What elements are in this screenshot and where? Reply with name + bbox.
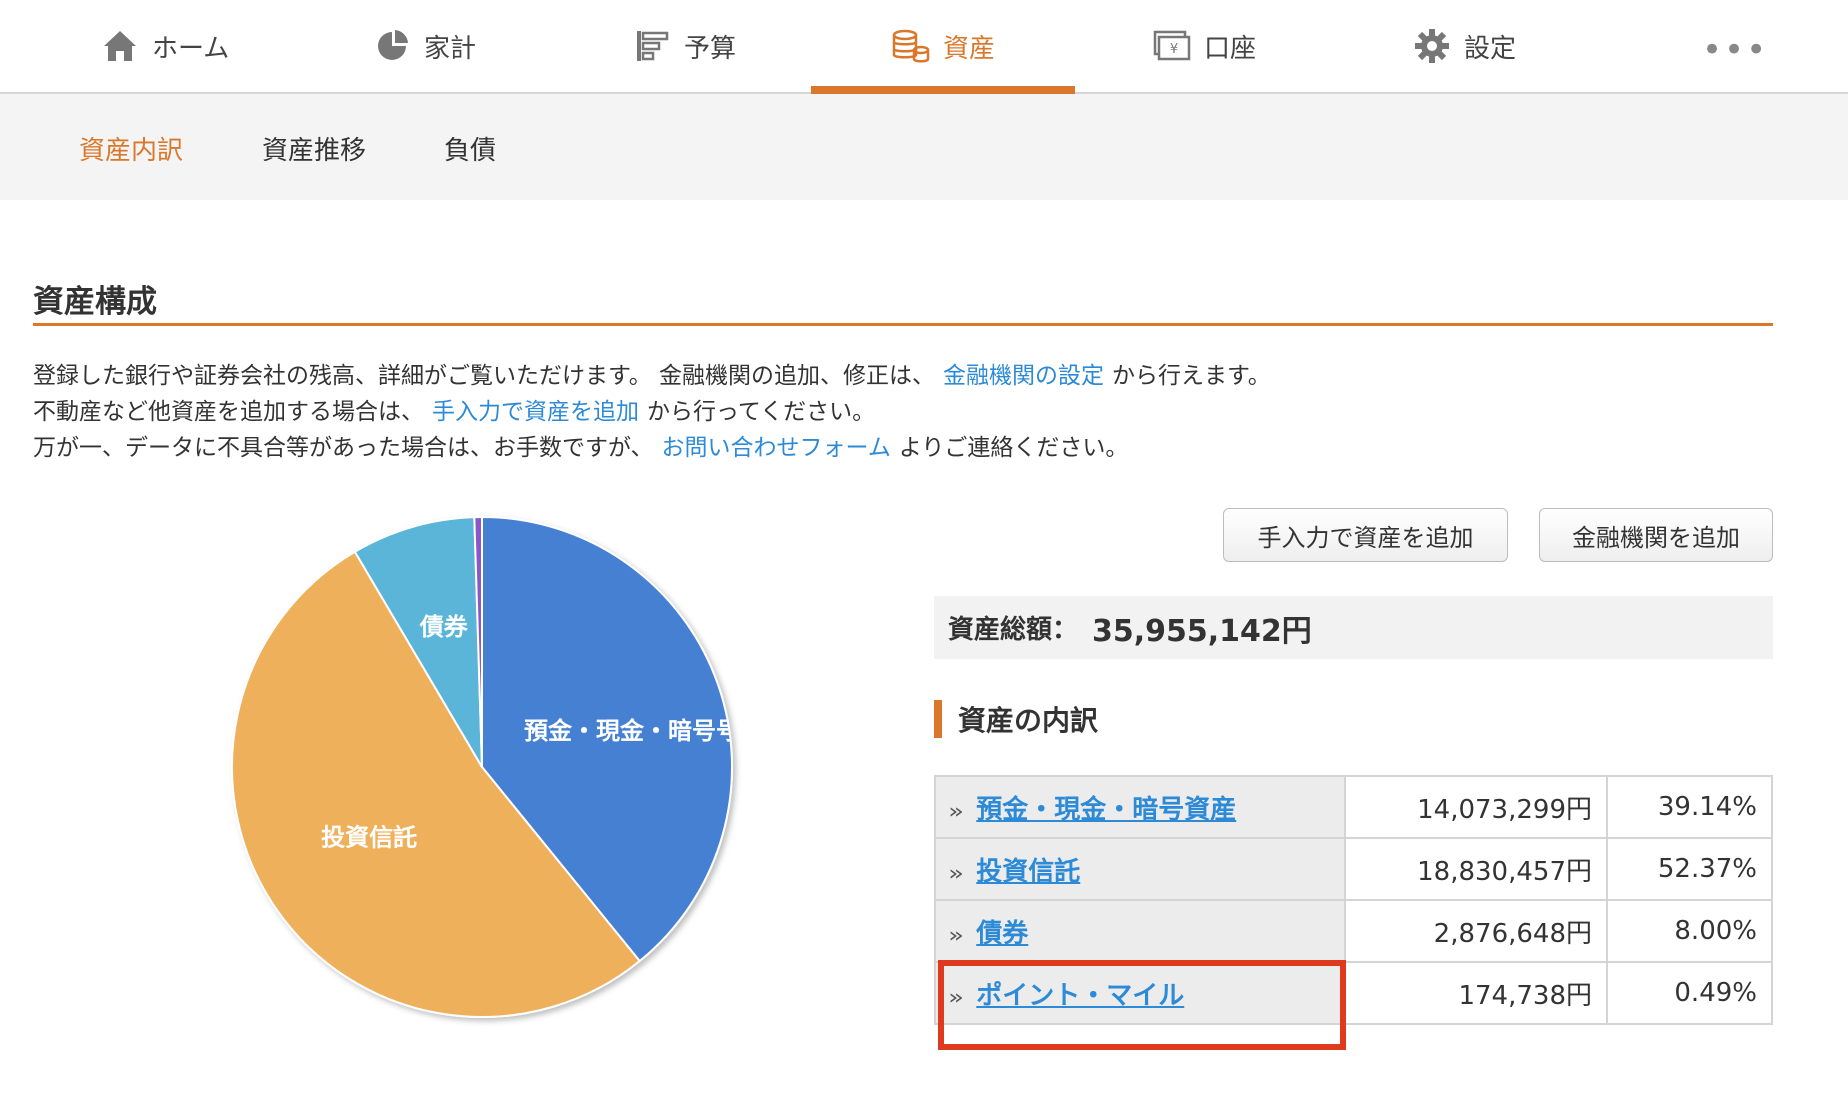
page-title: 資産構成 xyxy=(33,284,157,320)
tab-liabilities[interactable]: 負債 xyxy=(444,130,496,167)
manual-add-asset-button[interactable]: 手入力で資産を追加 xyxy=(1223,508,1508,562)
amount-cell: 174,738円 xyxy=(1344,961,1608,1025)
amount-cell: 18,830,457円 xyxy=(1344,837,1608,901)
description-line2-tail: から行ってください。 xyxy=(647,399,876,425)
nav-item-home-label: ホーム xyxy=(152,33,230,64)
budget-bars-icon xyxy=(632,26,672,66)
nav-item-account[interactable]: ¥ 口座 xyxy=(1152,0,1256,92)
category-link[interactable]: 債券 xyxy=(976,919,1028,949)
coins-icon xyxy=(891,26,931,66)
tab-asset-history[interactable]: 資産推移 xyxy=(262,130,366,167)
nav-item-settings-label: 設定 xyxy=(1464,33,1517,64)
nav-item-household[interactable]: 家計 xyxy=(372,0,476,92)
description-line1-tail: から行えます。 xyxy=(1112,363,1271,389)
table-row: » 債券 2,876,648円 8.00% xyxy=(934,899,1773,963)
table-row: » 預金・現金・暗号資産 14,073,299円 39.14% xyxy=(934,775,1773,839)
breakdown-title: 資産の内訳 xyxy=(934,700,1098,738)
percent-cell: 52.37% xyxy=(1606,837,1773,901)
description-line2: 不動産など他資産を追加する場合は、 xyxy=(33,399,424,425)
manual-asset-link[interactable]: 手入力で資産を追加 xyxy=(432,399,639,425)
pie-chart-icon xyxy=(372,26,412,66)
svg-text:¥: ¥ xyxy=(1170,42,1178,57)
nav-item-assets-label: 資産 xyxy=(943,33,996,64)
pie-label: 預金・現金・暗号号 xyxy=(524,717,740,745)
category-link[interactable]: 投資信託 xyxy=(976,857,1080,887)
nav-item-budget[interactable]: 予算 xyxy=(632,0,736,92)
total-assets-box: 資産総額： 35,955,142円 xyxy=(934,596,1773,659)
nav-item-settings[interactable]: 設定 xyxy=(1412,0,1516,92)
nav-item-account-label: 口座 xyxy=(1204,33,1257,64)
add-institution-button[interactable]: 金融機関を追加 xyxy=(1539,508,1773,562)
chevron-down-icon[interactable]: » xyxy=(948,923,964,947)
pie-label: 投資信託 xyxy=(321,824,417,852)
nav-item-household-label: 家計 xyxy=(424,33,477,64)
tab-asset-breakdown[interactable]: 資産内訳 xyxy=(79,130,183,167)
description-line3: 万が一、データに不具合等があった場合は、お手数ですが、 xyxy=(33,435,654,461)
contact-form-link[interactable]: お問い合わせフォーム xyxy=(662,435,891,461)
chevron-down-icon[interactable]: » xyxy=(948,799,964,823)
total-assets-label: 資産総額： xyxy=(948,615,1079,645)
nav-item-home[interactable]: ホーム xyxy=(100,0,229,92)
section-divider xyxy=(33,323,1773,326)
more-icon[interactable]: ••• xyxy=(1702,30,1768,70)
sub-navigation: 資産内訳 資産推移 負債 xyxy=(0,94,1848,200)
percent-cell: 8.00% xyxy=(1606,899,1773,963)
asset-pie-chart: 預金・現金・暗号号投資信託 債券 xyxy=(231,515,740,1018)
total-assets-value: 35,955,142円 xyxy=(1092,613,1312,649)
table-row: » 投資信託 18,830,457円 52.37% xyxy=(934,837,1773,901)
institution-settings-link[interactable]: 金融機関の設定 xyxy=(943,363,1104,389)
description: 登録した銀行や証券会社の残高、詳細がご覧いただけます。 金融機関の追加、修正は、… xyxy=(33,358,1271,466)
percent-cell: 0.49% xyxy=(1606,961,1773,1025)
category-link[interactable]: 預金・現金・暗号資産 xyxy=(976,795,1236,825)
amount-cell: 2,876,648円 xyxy=(1344,899,1608,963)
gear-icon xyxy=(1412,26,1452,66)
account-icon: ¥ xyxy=(1152,26,1192,66)
amount-cell: 14,073,299円 xyxy=(1344,775,1608,839)
nav-item-assets[interactable]: 資産 xyxy=(810,0,1076,94)
chevron-down-icon[interactable]: » xyxy=(948,861,964,885)
percent-cell: 39.14% xyxy=(1606,775,1773,839)
top-navigation: ホーム 家計 予算 資産 ¥ 口座 設定 ••• xyxy=(0,0,1848,94)
nav-item-budget-label: 予算 xyxy=(684,33,737,64)
description-line1: 登録した銀行や証券会社の残高、詳細がご覧いただけます。 金融機関の追加、修正は、 xyxy=(33,363,936,389)
highlight-box xyxy=(938,960,1346,1050)
pie-label: 債券 xyxy=(419,613,469,641)
description-line3-tail: よりご連絡ください。 xyxy=(898,435,1129,461)
home-icon xyxy=(100,26,140,66)
